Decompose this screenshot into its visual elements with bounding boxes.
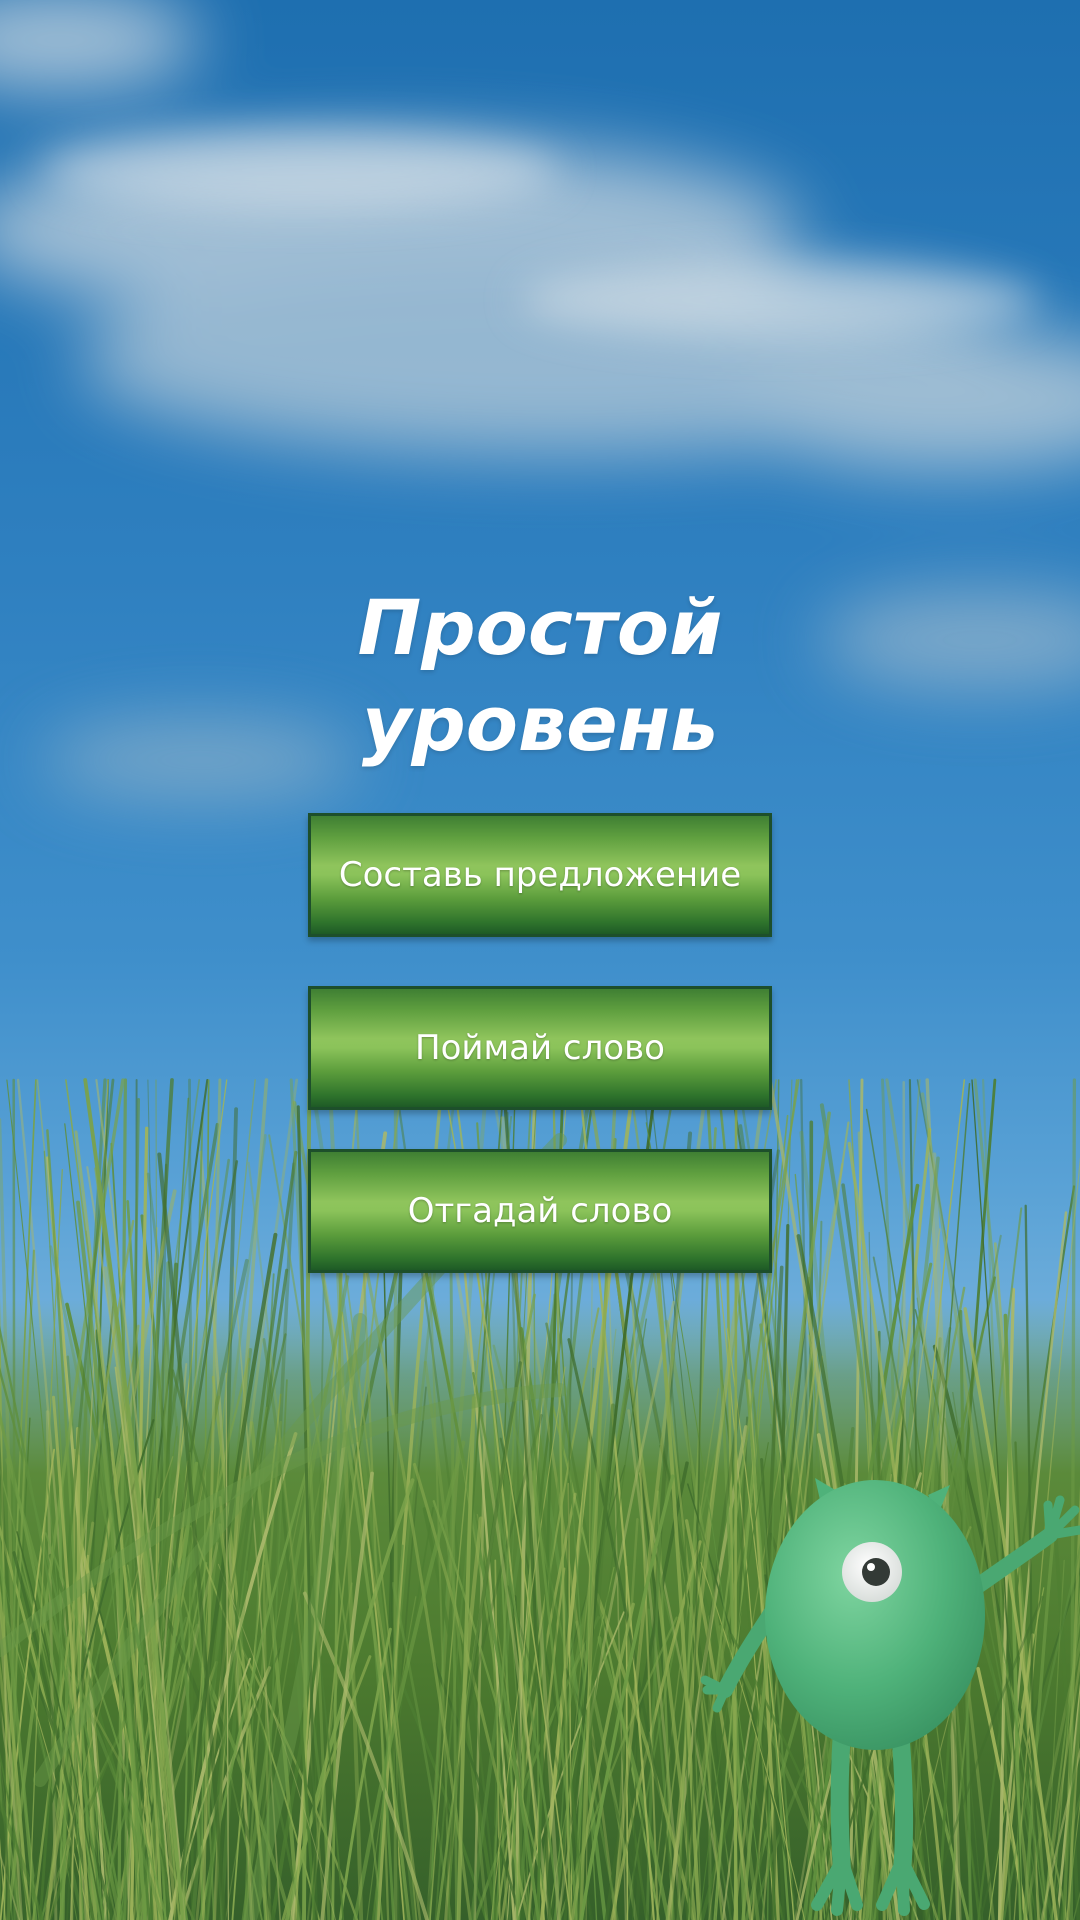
game-background: Простой уровень Составь предложение Пойм… xyxy=(0,0,1080,1920)
monster-mascot-icon xyxy=(700,1478,1080,1916)
